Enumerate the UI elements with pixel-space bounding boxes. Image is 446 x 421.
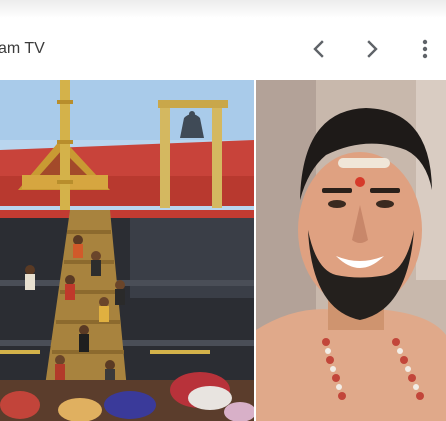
person-image[interactable] [256, 80, 446, 421]
next-button[interactable] [357, 34, 387, 64]
more-options-button[interactable] [410, 34, 440, 64]
chevron-right-icon [367, 40, 378, 58]
portrait-picture [256, 80, 446, 421]
chevron-left-icon [313, 40, 324, 58]
previous-button[interactable] [304, 34, 334, 64]
temple-picture [0, 80, 254, 421]
image-gallery [0, 80, 446, 421]
result-header: am TV [0, 0, 446, 80]
more-vert-icon [422, 39, 428, 59]
temple-image[interactable] [0, 80, 254, 421]
result-title[interactable]: am TV [0, 40, 45, 58]
top-shadow [0, 0, 446, 18]
